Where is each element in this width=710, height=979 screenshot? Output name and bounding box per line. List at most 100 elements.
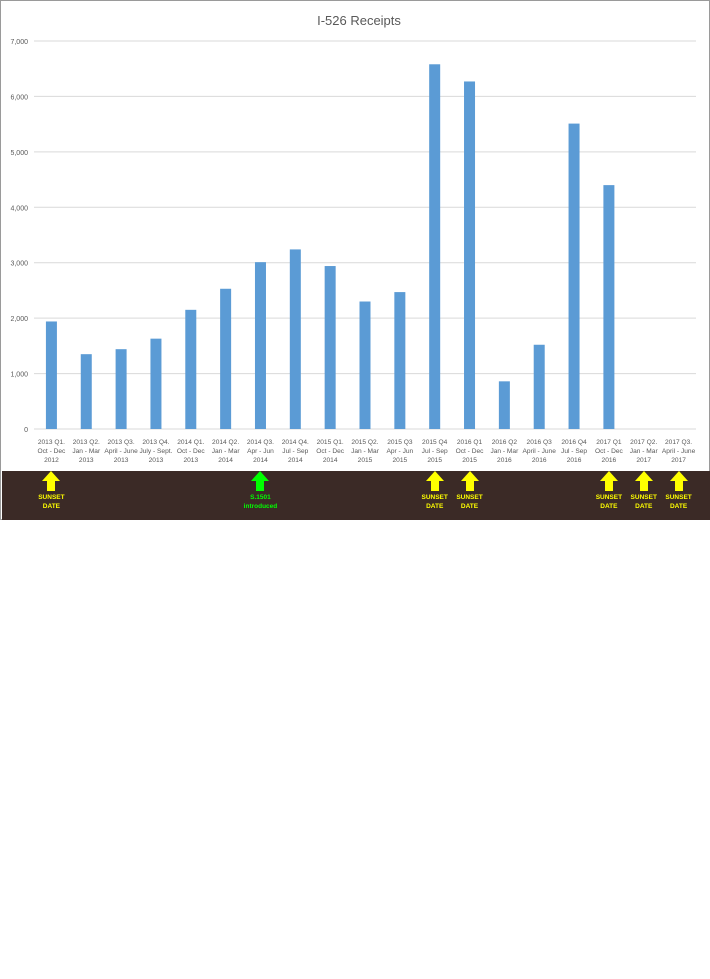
x-tick-label: 2017 <box>636 457 651 464</box>
x-tick-label: Apr - Jun <box>386 448 413 455</box>
bar <box>464 81 476 429</box>
x-tick-label: 2014 <box>288 457 303 464</box>
watermark-logo: 诺华移民 Novavisa.com <box>550 945 680 979</box>
x-tick-label: 2013 <box>114 457 129 464</box>
x-tick-label: 2013 <box>79 457 94 464</box>
marker-label: S.1501 introduced <box>243 494 278 510</box>
marker-label: SUNSET DATE <box>665 494 692 510</box>
marker-label: SUNSET DATE <box>38 494 65 510</box>
x-tick-label: Jan - Mar <box>490 448 519 455</box>
bar <box>220 288 232 429</box>
marker: SUNSET DATE <box>440 471 500 511</box>
x-tick-label: 2016 Q4 <box>561 439 587 446</box>
arrow-stem <box>47 481 56 491</box>
x-tick-label: 2015 Q4 <box>422 439 448 446</box>
y-tick-label: 2,000 <box>10 316 28 323</box>
y-axis-ticks: 0 1,000 2,000 3,000 4,000 5,000 6,000 7,000 <box>10 39 28 434</box>
y-tick-label: 7,000 <box>10 39 28 46</box>
arrow-stem <box>430 481 439 491</box>
x-tick-label: 2017 <box>671 457 686 464</box>
x-tick-label: April - June <box>104 448 138 455</box>
x-tick-label: Jul - Sep <box>282 448 308 455</box>
x-tick-label: 2012 <box>44 457 59 464</box>
x-tick-label: 2013 Q2. <box>73 439 100 446</box>
x-tick-label: 2016 <box>567 457 582 464</box>
x-tick-label: Oct - Dec <box>316 448 345 455</box>
bar <box>568 123 580 430</box>
x-tick-label: 2015 Q3 <box>387 439 413 446</box>
x-tick-label: Jan - Mar <box>351 448 380 455</box>
marker-label: SUNSET DATE <box>456 494 483 510</box>
y-tick-label: 1,000 <box>10 372 28 379</box>
x-tick-label: 2015 <box>358 457 373 464</box>
x-tick-label: Jan - Mar <box>72 448 101 455</box>
arrow-stem <box>465 481 474 491</box>
marker: S.1501 introduced <box>230 471 290 511</box>
x-tick-label: 2014 Q4. <box>282 439 309 446</box>
x-tick-label: Jul - Sep <box>422 448 448 455</box>
x-tick-label: 2014 Q1. <box>177 439 204 446</box>
x-tick-label: 2015 Q2. <box>351 439 378 446</box>
x-tick-label: 2013 Q3. <box>108 439 135 446</box>
bar <box>80 354 92 429</box>
y-tick-label: 5,000 <box>10 150 28 157</box>
x-tick-label: April - June <box>523 448 557 455</box>
bar <box>359 301 371 429</box>
x-tick-label: 2016 Q2 <box>492 439 518 446</box>
arrow-stem <box>604 481 613 491</box>
bar <box>429 64 441 429</box>
x-tick-label: 2013 Q1. <box>38 439 65 446</box>
x-tick-label: July - Sept. <box>139 448 172 455</box>
x-tick-label: Oct - Dec <box>456 448 485 455</box>
x-tick-label: 2014 Q2. <box>212 439 239 446</box>
y-tick-label: 0 <box>24 427 28 434</box>
x-tick-label: Apr - Jun <box>247 448 274 455</box>
chart-frame: I-526 Receipts 0 1,000 2,000 3,000 4,000 5,00… <box>0 0 710 979</box>
x-tick-label: 2014 <box>323 457 338 464</box>
x-tick-label: 2017 Q3. <box>665 439 692 446</box>
chart: I-526 Receipts 0 1,000 2,000 3,000 4,000 5,00… <box>10 13 696 464</box>
x-tick-label: 2014 <box>218 457 233 464</box>
x-tick-label: 2013 Q4. <box>142 439 169 446</box>
marker: SUNSET DATE <box>21 471 81 511</box>
x-tick-label: 2015 <box>427 457 442 464</box>
x-tick-label: Jan - Mar <box>630 448 659 455</box>
bar <box>45 321 57 429</box>
bars <box>45 64 615 430</box>
up-arrow-icon <box>460 471 479 481</box>
bar <box>324 266 336 429</box>
x-tick-label: 2016 <box>497 457 512 464</box>
x-tick-label: Jul - Sep <box>561 448 587 455</box>
x-tick-label: 2017 Q1 <box>596 439 622 446</box>
x-tick-label: 2014 <box>253 457 268 464</box>
bar <box>394 292 406 429</box>
x-tick-label: April - June <box>662 448 696 455</box>
x-axis-labels: 2013 Q1. Oct - Dec 2012 2013 Q2. Jan - Mar 20… <box>37 439 695 464</box>
x-tick-label: Oct - Dec <box>177 448 206 455</box>
x-tick-label: 2015 Q1. <box>317 439 344 446</box>
bar <box>289 249 301 429</box>
x-tick-label: 2013 <box>183 457 198 464</box>
arrow-stem <box>639 481 648 491</box>
arrow-stem <box>674 481 683 491</box>
y-tick-label: 4,000 <box>10 205 28 212</box>
arrow-stem <box>256 481 265 491</box>
x-tick-label: 2016 <box>532 457 547 464</box>
x-tick-label: 2016 Q3 <box>527 439 553 446</box>
x-tick-label: 2015 <box>393 457 408 464</box>
x-tick-label: 2015 <box>462 457 477 464</box>
x-tick-label: Oct - Dec <box>37 448 66 455</box>
x-tick-label: Oct - Dec <box>595 448 624 455</box>
watermark-url-text: Novavisa.com <box>560 965 664 979</box>
x-tick-label: Jan - Mar <box>212 448 241 455</box>
bar <box>185 309 197 429</box>
up-arrow-icon <box>42 471 61 481</box>
x-tick-label: 2016 <box>602 457 617 464</box>
chart-title: I-526 Receipts <box>317 13 401 28</box>
x-tick-label: 2017 Q2. <box>630 439 657 446</box>
up-arrow-icon <box>251 471 270 481</box>
marker: SUNSET DATE <box>649 471 709 511</box>
bar <box>533 344 545 429</box>
y-tick-label: 3,000 <box>10 261 28 268</box>
x-tick-label: 2013 <box>149 457 164 464</box>
